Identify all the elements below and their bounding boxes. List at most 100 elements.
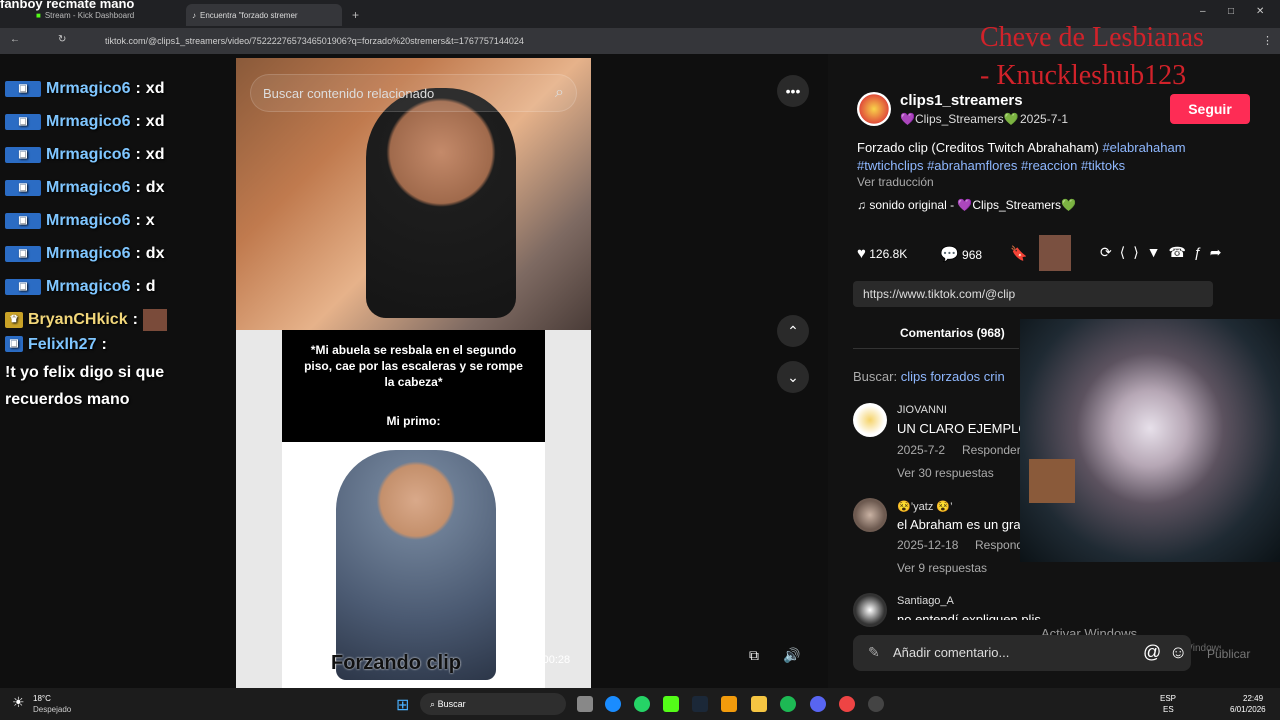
badge-icon: ▣	[5, 80, 41, 97]
badge-icon: ▣	[5, 212, 41, 229]
folder-icon[interactable]	[751, 696, 767, 712]
chat-line: ▣ Felixlh27: !t yo felix digo si que recue…	[5, 336, 165, 408]
comment-user[interactable]: 😵’yatz 😵’	[897, 500, 953, 513]
volume-icon[interactable]: 🔊	[776, 639, 808, 671]
comment-avatar[interactable]	[853, 593, 887, 627]
next-video-button[interactable]: ⌄	[777, 361, 809, 393]
comment-avatar[interactable]	[853, 403, 887, 437]
emoji-icon[interactable]: ☺	[1169, 642, 1187, 663]
comment-input[interactable]: Añadir comentario...	[853, 635, 1191, 671]
post-description: Forzado clip (Creditos Twitch Abrahaham)…	[857, 140, 1186, 155]
badge-icon: ▣	[5, 245, 41, 262]
chat-line: ▣ Mrmagico6: xd	[0, 138, 250, 171]
chat-line: ▣ Mrmagico6: dx	[0, 171, 250, 204]
publish-button[interactable]: Publicar	[1207, 647, 1250, 661]
prev-video-button[interactable]: ⌃	[777, 315, 809, 347]
edge-icon[interactable]	[605, 696, 621, 712]
tab-tiktok-search[interactable]: ♪ Encuentra "forzado stremer	[186, 4, 342, 26]
emote-icon	[142, 308, 167, 331]
author-display: 💜Clips_Streamers💚	[900, 112, 1019, 126]
windows-start-icon[interactable]: ⊞	[396, 695, 409, 715]
kick-app-icon[interactable]	[663, 696, 679, 712]
comment-text: UN CLARO EJEMPLO	[897, 421, 1029, 436]
comment-stat[interactable]: 💬 968	[940, 245, 982, 263]
related-search-input[interactable]: Buscar contenido relacionado ⌕	[250, 74, 577, 112]
maximize-icon[interactable]: □	[1228, 6, 1234, 17]
share-url-field[interactable]: https://www.tiktok.com/@clip	[853, 281, 1213, 307]
badge-icon: ▣	[5, 278, 41, 295]
chat-line: ♛ BryanCHkick:	[0, 303, 250, 336]
chrome-icon[interactable]	[839, 696, 855, 712]
weather-icon: ☀	[12, 694, 25, 710]
language[interactable]: ESP	[1160, 694, 1176, 703]
video-meme-frame: *Mi abuela se resbala en el segundo piso…	[236, 330, 591, 688]
translate-link[interactable]: Ver traducción	[857, 175, 934, 189]
like-stat[interactable]: ♥ 126.8K	[857, 245, 907, 262]
taskbar-search[interactable]: ⌕ Buscar	[420, 693, 566, 715]
streamer-figure	[366, 88, 516, 318]
watermark-line-2: - Knuckleshub123	[980, 60, 1187, 91]
divider	[853, 348, 1019, 349]
spotify-icon[interactable]	[780, 696, 796, 712]
author-avatar[interactable]	[857, 92, 891, 126]
reply-link[interactable]: Responder	[962, 443, 1021, 457]
share-icons[interactable]: ⟳⟨⟩▼☎ƒ➦	[1100, 244, 1229, 261]
pip-icon[interactable]: ⧉	[738, 639, 770, 671]
badge-icon: ▣	[5, 146, 41, 163]
clock-time[interactable]: 22:49	[1243, 694, 1263, 703]
post-date: 2025-7-1	[1020, 112, 1069, 126]
video-player[interactable]: *Mi abuela se resbala en el segundo piso…	[236, 58, 591, 688]
emote-icon	[1039, 235, 1071, 271]
search-icon: ⌕	[430, 699, 436, 709]
post-hashtags[interactable]: #twtichclips #abrahamflores #reaccion #t…	[857, 158, 1125, 173]
whatsapp-icon[interactable]	[634, 696, 650, 712]
webcam-overlay	[1020, 319, 1280, 562]
more-options-button[interactable]: •••	[777, 75, 809, 107]
heart-icon: ♥	[857, 245, 866, 262]
comment-text: no entendí expliquen plis	[897, 612, 1041, 620]
badge-icon: ▣	[5, 113, 41, 130]
meme-text-2: Mi primo:	[386, 414, 441, 428]
discord-icon[interactable]	[810, 696, 826, 712]
meme-kid-figure	[336, 450, 496, 680]
comment-avatar[interactable]	[853, 498, 887, 532]
close-icon[interactable]: ✕	[1256, 6, 1264, 17]
taskview-icon[interactable]	[577, 696, 593, 712]
bookmark-icon[interactable]: 🔖	[1010, 245, 1027, 262]
kick-icon: ■	[36, 10, 41, 20]
view-replies[interactable]: Ver 9 respuestas	[897, 561, 987, 575]
author-username[interactable]: clips1_streamers	[900, 92, 1023, 109]
minimize-icon[interactable]: –	[1200, 6, 1206, 17]
follow-button[interactable]: Seguir	[1170, 94, 1250, 124]
weather-temp[interactable]: 18°C	[33, 694, 51, 703]
chat-line: ▣ Mrmagico6: dx	[0, 237, 250, 270]
new-tab-button[interactable]: +	[346, 4, 360, 26]
obs-icon[interactable]	[868, 696, 884, 712]
reload-icon[interactable]: ↻	[58, 34, 66, 45]
search-suggestion[interactable]: Buscar: clips forzados crin	[853, 369, 1005, 384]
comment-user[interactable]: JIOVANNI	[897, 404, 947, 416]
comment-icon: 💬	[940, 246, 959, 263]
overlay-title: fanboy recmate mano	[0, 0, 135, 11]
video-time: 00:00/00:28	[512, 654, 571, 666]
tiktok-icon: ♪	[192, 10, 196, 20]
steam-icon[interactable]	[692, 696, 708, 712]
comment-user[interactable]: Santiago_A	[897, 595, 954, 607]
mention-icon[interactable]: @	[1143, 642, 1161, 663]
comment-date: 2025-7-2	[897, 443, 946, 457]
music-icon: ♫	[857, 198, 866, 212]
comment-date: 2025-12-18	[897, 538, 959, 552]
windows-taskbar: ☀ 18°C Despejado ⊞ ⌕ Buscar ESP ES 22:49…	[0, 688, 1280, 720]
sound-info[interactable]: ♫ sonido original - 💜Clips_Streamers💚	[857, 198, 1076, 212]
menu-icon[interactable]: ⋮	[1262, 34, 1273, 47]
comments-tab[interactable]: Comentarios (968)	[900, 326, 1005, 340]
chat-line: ▣ Mrmagico6: xd	[0, 105, 250, 138]
view-replies[interactable]: Ver 30 respuestas	[897, 466, 994, 480]
app-icon[interactable]	[721, 696, 737, 712]
tiktok-page: *Mi abuela se resbala en el segundo piso…	[0, 54, 1280, 688]
watermark-line-1: Cheve de Lesbianas	[980, 22, 1204, 53]
search-icon[interactable]: ⌕	[555, 84, 564, 102]
sticker-icon[interactable]: ✎	[868, 644, 880, 661]
back-icon[interactable]: ←	[10, 34, 20, 45]
url-field[interactable]: tiktok.com/@clips1_streamers/video/75222…	[105, 36, 524, 46]
